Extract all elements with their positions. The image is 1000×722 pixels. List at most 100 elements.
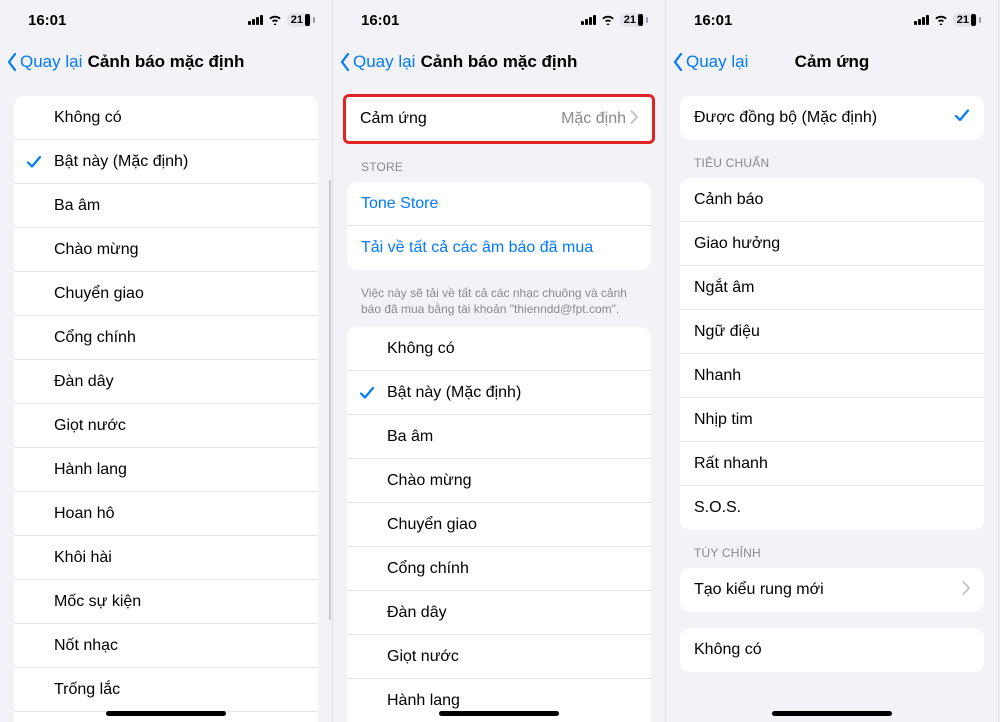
back-button[interactable]: Quay lại: [6, 40, 82, 84]
status-time: 16:01: [694, 12, 732, 29]
standard-item-label: Nhanh: [694, 367, 970, 385]
wifi-icon: [933, 12, 949, 29]
tone-row[interactable]: Hoan hô: [14, 492, 318, 536]
standard-item[interactable]: Nhịp tim: [680, 398, 984, 442]
tone-label: Chào mừng: [387, 472, 637, 490]
tone-row[interactable]: Chào mừng: [347, 459, 651, 503]
tone-label: Chuyển giao: [54, 285, 304, 303]
nav-bar: Quay lại Cảnh báo mặc định: [0, 40, 332, 84]
signal-icon: [914, 15, 929, 25]
page-title: Cảm ứng: [795, 52, 870, 72]
store-footer: Việc này sẽ tải về tất cả các nhạc chuôn…: [361, 286, 637, 317]
tone-row[interactable]: Chào mừng: [14, 228, 318, 272]
create-label: Tạo kiểu rung mới: [694, 581, 962, 599]
tone-row[interactable]: Bật này (Mặc định): [347, 371, 651, 415]
standard-item[interactable]: Ngắt âm: [680, 266, 984, 310]
standard-item[interactable]: S.O.S.: [680, 486, 984, 530]
tone-row[interactable]: Ba âm: [347, 415, 651, 459]
back-label: Quay lại: [20, 52, 82, 72]
tone-row[interactable]: Không có: [347, 327, 651, 371]
tone-row[interactable]: Không có: [14, 96, 318, 140]
tone-row[interactable]: Đàn dây: [347, 591, 651, 635]
tone-row[interactable]: Cổng chính: [14, 316, 318, 360]
store-link[interactable]: Tone Store: [347, 182, 651, 226]
tone-row[interactable]: Nốt nhạc: [14, 624, 318, 668]
standard-item[interactable]: Giao hưởng: [680, 222, 984, 266]
tone-label: Bật này (Mặc định): [54, 153, 304, 171]
home-indicator[interactable]: [439, 711, 559, 716]
none-row[interactable]: Không có: [680, 628, 984, 672]
standard-item[interactable]: Ngữ điệu: [680, 310, 984, 354]
battery-icon: 21: [953, 13, 978, 27]
tone-row[interactable]: Khôi hài: [14, 536, 318, 580]
tone-label: Hành lang: [387, 692, 637, 710]
back-button[interactable]: Quay lại: [672, 40, 748, 84]
tone-label: Nốt nhạc: [54, 637, 304, 655]
tone-row[interactable]: Mốc sự kiện: [14, 580, 318, 624]
scrollbar[interactable]: [329, 180, 331, 620]
create-vibration-row[interactable]: Tạo kiểu rung mới: [680, 568, 984, 612]
store-header: STORE: [361, 160, 637, 174]
standard-item[interactable]: Nhanh: [680, 354, 984, 398]
standard-item[interactable]: Rất nhanh: [680, 442, 984, 486]
screen-2: 16:01 21 Quay lại Cảnh báo mặc định Cảm …: [333, 0, 666, 722]
tone-row[interactable]: Bật này (Mặc định): [14, 140, 318, 184]
store-link[interactable]: Tải về tất cả các âm báo đã mua: [347, 226, 651, 270]
tone-label: Giọt nước: [54, 417, 304, 435]
tone-label: Đàn dây: [387, 604, 637, 622]
content: Được đồng bộ (Mặc định) TIÊU CHUẨN Cảnh …: [666, 84, 998, 722]
status-right: 21: [248, 12, 312, 29]
tone-row[interactable]: Hành lang: [14, 448, 318, 492]
tone-label: Chuyển giao: [387, 516, 637, 534]
back-label: Quay lại: [353, 52, 415, 72]
home-indicator[interactable]: [772, 711, 892, 716]
checkmark-icon: [26, 154, 42, 170]
tone-row[interactable]: Đàn dây: [14, 360, 318, 404]
tone-label: Cổng chính: [54, 329, 304, 347]
standard-item-label: Ngữ điệu: [694, 323, 970, 341]
tone-row[interactable]: Chuyển giao: [347, 503, 651, 547]
standard-item-label: Rất nhanh: [694, 455, 970, 473]
tone-label: Khôi hài: [54, 549, 304, 567]
standard-item-label: Nhịp tim: [694, 411, 970, 429]
store-link-label: Tone Store: [361, 195, 637, 213]
store-group: Tone Store Tải về tất cả các âm báo đã mu…: [347, 182, 651, 270]
chevron-right-icon: [630, 110, 638, 129]
haptic-value: Mặc định: [561, 110, 626, 128]
synced-row[interactable]: Được đồng bộ (Mặc định): [680, 96, 984, 140]
none-label: Không có: [694, 641, 970, 659]
battery-icon: 21: [620, 13, 645, 27]
none-group: Không có: [680, 628, 984, 672]
tone-row[interactable]: Ba âm: [14, 184, 318, 228]
tone-list: Không có Bật này (Mặc định)Ba âm Chào mừng…: [347, 327, 651, 722]
haptic-label: Cảm ứng: [360, 110, 561, 128]
standard-item-label: Ngắt âm: [694, 279, 970, 297]
screen-3: 16:01 21 Quay lại Cảm ứng Được đồng bộ (…: [666, 0, 999, 722]
battery-icon: 21: [287, 13, 312, 27]
page-title: Cảnh báo mặc định: [421, 52, 578, 72]
custom-group: Tạo kiểu rung mới: [680, 568, 984, 612]
content: Cảm ứng Mặc định STORE Tone Store Tải về …: [333, 84, 665, 722]
store-link-label: Tải về tất cả các âm báo đã mua: [361, 239, 637, 257]
tone-row[interactable]: Giọt nước: [347, 635, 651, 679]
screen-1: 16:01 21 Quay lại Cảnh báo mặc định Khôn…: [0, 0, 333, 722]
status-right: 21: [914, 12, 978, 29]
standard-item[interactable]: Cảnh báo: [680, 178, 984, 222]
page-title: Cảnh báo mặc định: [88, 52, 245, 72]
tone-row[interactable]: Chuyển giao: [14, 272, 318, 316]
tone-row[interactable]: Giọt nước: [14, 404, 318, 448]
wifi-icon: [267, 12, 283, 29]
tone-label: Giọt nước: [387, 648, 637, 666]
content: Không có Bật này (Mặc định) Ba âmChào mừng…: [0, 84, 332, 722]
status-time: 16:01: [361, 12, 399, 29]
tone-row[interactable]: Trống lắc: [14, 668, 318, 712]
back-button[interactable]: Quay lại: [339, 40, 415, 84]
status-time: 16:01: [28, 12, 66, 29]
checkmark-icon: [359, 385, 375, 401]
tone-label: Không có: [387, 340, 637, 358]
status-bar: 16:01 21: [333, 0, 665, 40]
home-indicator[interactable]: [106, 711, 226, 716]
tone-label: Mốc sự kiện: [54, 593, 304, 611]
haptic-row[interactable]: Cảm ứng Mặc định: [346, 97, 652, 141]
tone-row[interactable]: Cổng chính: [347, 547, 651, 591]
